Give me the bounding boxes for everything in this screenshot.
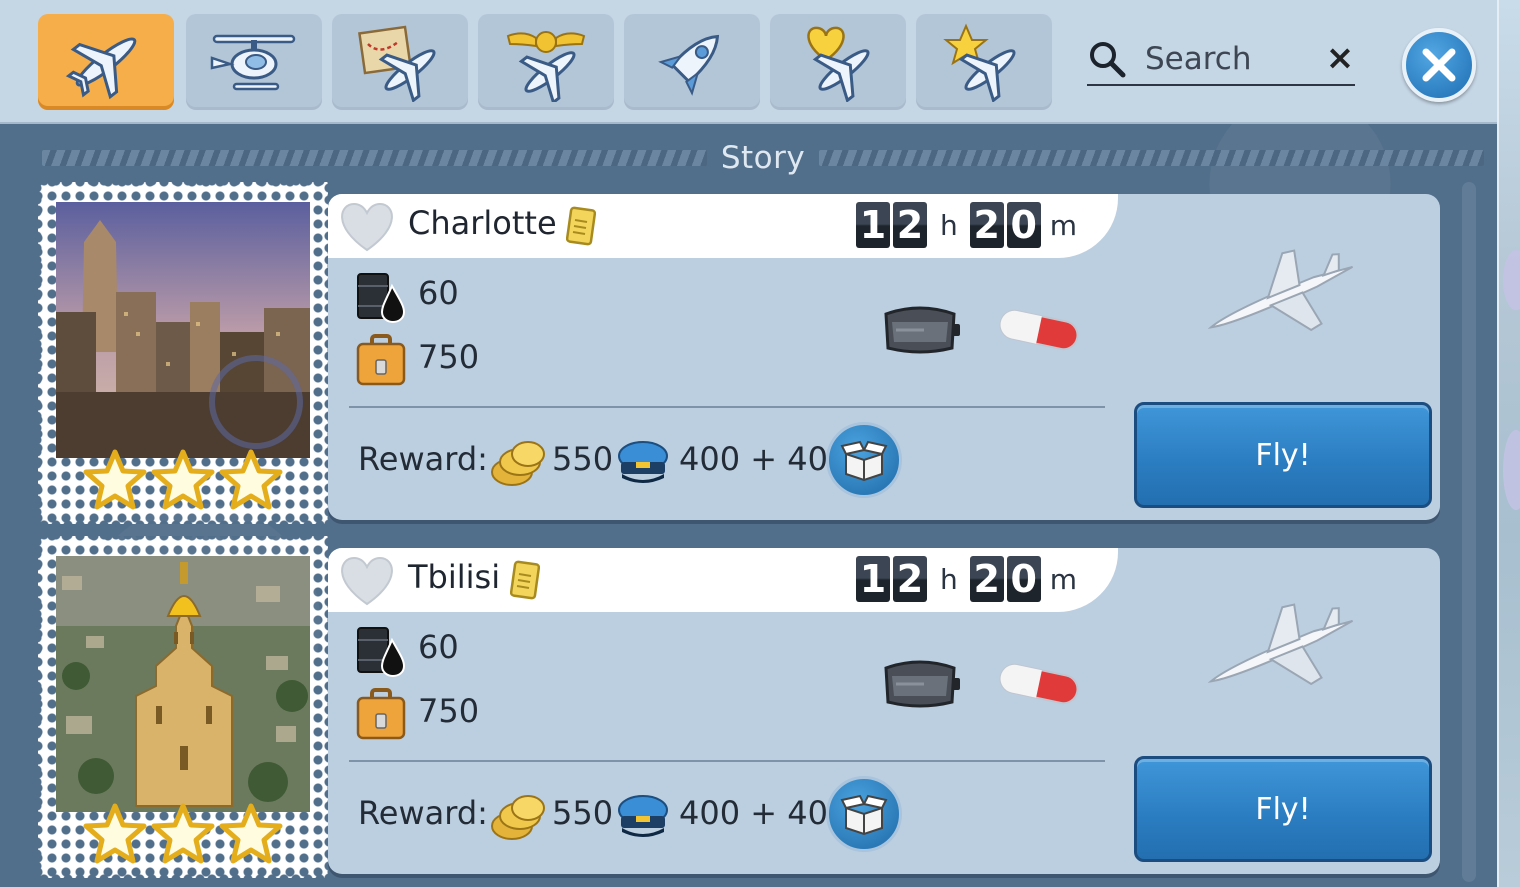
- pilot-cap-icon: [618, 795, 668, 837]
- star-plane-icon: [943, 23, 1016, 102]
- header-stripe: [42, 150, 707, 166]
- search-icon: [1090, 42, 1126, 78]
- pill-capsule-icon: [999, 663, 1079, 705]
- fuel-barrel-icon: [357, 273, 406, 324]
- tab-favorites[interactable]: [770, 14, 906, 110]
- ticket-icon: [510, 560, 540, 600]
- section-title: Story: [720, 140, 806, 176]
- mission-card-charlotte: Charlotte 1 2 h 2 0 m 60 750 Reward: 550…: [38, 182, 1440, 524]
- flight-timer: 1 2 h 2 0 m: [856, 556, 1089, 602]
- star-icon: [151, 449, 215, 510]
- search-bar: ×: [1087, 34, 1355, 86]
- timer-digit: 0: [1006, 202, 1041, 248]
- cargo-value: 750: [418, 338, 480, 376]
- favorite-heart-icon[interactable]: [338, 202, 396, 252]
- reward-coins-value: 550: [552, 440, 614, 478]
- fly-button[interactable]: Fly!: [1134, 402, 1432, 508]
- close-icon: [1422, 48, 1456, 82]
- favorite-heart-icon[interactable]: [338, 556, 396, 606]
- star-icon: [83, 449, 147, 510]
- star-rating: [82, 448, 286, 512]
- star-rating: [82, 802, 286, 866]
- timer-digit: 0: [1006, 556, 1041, 602]
- city-name: Charlotte: [408, 204, 557, 242]
- timer-unit-minutes: m: [1049, 562, 1078, 596]
- pill-capsule-icon: [999, 309, 1079, 351]
- close-button[interactable]: [1402, 28, 1476, 102]
- fuel-barrel-icon: [357, 627, 406, 678]
- reward-xp-value: 400 + 40: [679, 440, 828, 478]
- bonus-box-button[interactable]: [826, 776, 902, 852]
- card-divider: [349, 406, 1105, 408]
- timer-digit: 2: [969, 202, 1004, 248]
- vr-headset-icon: [884, 306, 960, 354]
- timer-unit-hours: h: [940, 562, 958, 596]
- star-icon: [219, 803, 283, 864]
- timer-digit: 1: [856, 202, 890, 248]
- header-stripe: [819, 150, 1485, 166]
- cargo-value: 750: [418, 692, 480, 730]
- tab-story[interactable]: [332, 14, 468, 110]
- timer-digit: 2: [969, 556, 1004, 602]
- star-icon: [151, 803, 215, 864]
- clear-search-icon[interactable]: ×: [1325, 40, 1355, 76]
- open-box-icon: [840, 794, 888, 836]
- top-bar: ×: [0, 0, 1497, 124]
- reward-label: Reward:: [358, 794, 488, 832]
- star-icon: [219, 449, 283, 510]
- map-plane-icon: [358, 25, 436, 102]
- rocket-icon: [658, 34, 720, 96]
- card-divider: [349, 760, 1105, 762]
- reward-label: Reward:: [358, 440, 488, 478]
- coins-icon: [491, 441, 545, 486]
- winged-badge-plane-icon: [506, 31, 586, 102]
- reward-coins-value: 550: [552, 794, 614, 832]
- timer-digit: 1: [856, 556, 890, 602]
- timer-digit: 2: [893, 556, 927, 602]
- section-header: Story: [42, 138, 1485, 178]
- cargo-suitcase-icon: [356, 688, 406, 740]
- star-icon: [83, 803, 147, 864]
- tab-ranked[interactable]: [478, 14, 614, 110]
- aircraft-concorde-icon: [1207, 249, 1354, 332]
- city-photo-charlotte: [56, 202, 310, 458]
- cargo-suitcase-icon: [356, 334, 406, 386]
- helicopter-icon: [210, 34, 296, 91]
- timer-unit-minutes: m: [1049, 208, 1078, 242]
- tab-special[interactable]: [916, 14, 1052, 110]
- mission-card-tbilisi: Tbilisi 1 2 h 2 0 m 60 750 Reward: 550 4…: [38, 536, 1440, 878]
- heart-plane-icon: [807, 26, 870, 102]
- ticket-icon: [566, 206, 596, 246]
- vr-headset-icon: [884, 660, 960, 708]
- coins-icon: [491, 795, 545, 840]
- tab-all-planes[interactable]: [38, 14, 174, 110]
- pilot-cap-icon: [618, 441, 668, 483]
- search-input[interactable]: [1145, 41, 1325, 77]
- timer-unit-hours: h: [940, 208, 958, 242]
- timer-digit: 2: [893, 202, 927, 248]
- aircraft-concorde-icon: [1207, 603, 1354, 686]
- fuel-value: 60: [418, 274, 459, 312]
- scrollbar[interactable]: [1462, 182, 1476, 882]
- plane-icon: [65, 37, 137, 100]
- tab-rockets[interactable]: [624, 14, 760, 110]
- open-box-icon: [840, 440, 888, 482]
- city-photo-tbilisi: [56, 556, 310, 812]
- fly-button[interactable]: Fly!: [1134, 756, 1432, 862]
- fuel-value: 60: [418, 628, 459, 666]
- city-name: Tbilisi: [408, 558, 501, 596]
- bonus-box-button[interactable]: [826, 422, 902, 498]
- tab-helicopters[interactable]: [186, 14, 322, 110]
- flight-timer: 1 2 h 2 0 m: [856, 202, 1089, 248]
- mission-list: Story Charlotte 1 2 h 2 0 m 60 750 Rewar…: [0, 124, 1497, 887]
- reward-xp-value: 400 + 40: [679, 794, 828, 832]
- map-background-strip: [1497, 0, 1520, 887]
